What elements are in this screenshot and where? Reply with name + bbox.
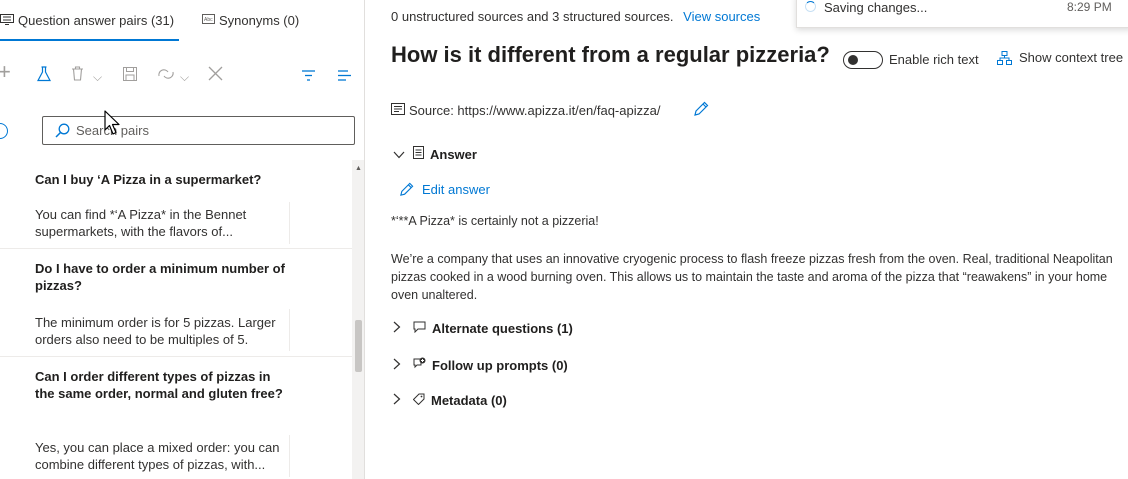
save-icon[interactable] [123, 66, 137, 86]
search-row [0, 116, 365, 146]
qa-answer-preview: You can find *‘A Pizza* in the Bennet su… [35, 207, 247, 239]
scrollbar-thumb[interactable] [355, 320, 362, 372]
add-icon[interactable]: + [0, 61, 11, 83]
divider [289, 309, 290, 351]
divider [289, 435, 290, 477]
qa-answer-preview: The minimum order is for 5 pizzas. Large… [35, 315, 276, 347]
source-url: Source: https://www.apizza.it/en/faq-api… [409, 103, 661, 118]
context-tree-label: Show context tree [1019, 50, 1124, 65]
divider [289, 202, 290, 244]
test-flask-icon[interactable] [37, 66, 51, 87]
alternate-questions-section-header[interactable]: Alternate questions (1) [393, 321, 573, 336]
synonyms-icon: Abc [202, 14, 215, 27]
sync-icon[interactable] [157, 66, 175, 86]
tab-bar: Question answer pairs (31) Abc Synonyms … [0, 0, 365, 42]
question-title: How is it different from a regular pizze… [391, 42, 830, 67]
toast-message: Saving changes... [824, 0, 928, 15]
view-sources-link[interactable]: View sources [683, 9, 760, 24]
qa-question: Can I buy ‘A Pizza in a supermarket? [35, 172, 262, 187]
rich-text-toggle[interactable] [843, 51, 883, 69]
svg-text:Abc: Abc [204, 17, 213, 23]
context-tree-icon [997, 50, 1012, 65]
answer-text-paragraph: We’re a company that uses an innovative … [391, 252, 1113, 302]
search-box[interactable] [42, 116, 355, 145]
answer-section-label: Answer [430, 146, 477, 162]
sources-summary: 0 unstructured sources and 3 structured … [391, 9, 760, 24]
tab-label: Question answer pairs (31) [18, 13, 175, 28]
sort-icon[interactable] [338, 66, 351, 86]
rich-text-label: Enable rich text [889, 52, 979, 67]
edit-source-pencil-icon[interactable] [693, 101, 709, 117]
mouse-cursor-icon [104, 110, 120, 135]
active-tab-indicator [0, 39, 179, 41]
scroll-up-arrow-icon[interactable]: ▲ [355, 165, 362, 172]
edit-answer-button[interactable]: Edit answer [399, 182, 490, 197]
toggle-knob [848, 55, 858, 65]
toast-time: 8:29 PM [1067, 0, 1112, 14]
sources-text: 0 unstructured sources and 3 structured … [391, 9, 674, 24]
qa-answer-preview: Yes, you can place a mixed order: you ca… [35, 440, 280, 472]
alternate-questions-label: Alternate questions (1) [432, 321, 573, 336]
close-icon[interactable] [208, 66, 223, 86]
answer-document-icon [413, 146, 424, 162]
follow-up-prompts-label: Follow up prompts (0) [432, 357, 568, 373]
qa-list-item[interactable]: Do I have to order a minimum number of p… [0, 249, 352, 357]
metadata-label: Metadata (0) [431, 393, 507, 408]
qa-question: Do I have to order a minimum number of p… [35, 261, 285, 293]
tab-synonyms[interactable]: Abc Synonyms (0) [202, 13, 299, 28]
chevron-right-icon [393, 321, 407, 336]
show-context-tree-button[interactable]: Show context tree [997, 50, 1123, 65]
chevron-down-icon [393, 147, 407, 162]
list-toolbar: + ⌵ ⌵ [0, 61, 365, 90]
chevron-right-icon [393, 358, 407, 373]
select-all-radio[interactable] [0, 123, 8, 139]
tab-label: Synonyms (0) [219, 13, 300, 28]
document-icon [391, 103, 405, 118]
answer-section-header[interactable]: Answer [393, 146, 477, 162]
tag-icon [412, 393, 425, 408]
search-icon [55, 123, 70, 138]
pencil-icon [400, 182, 414, 196]
tab-question-answer-pairs[interactable]: Question answer pairs (31) [0, 13, 174, 28]
follow-up-prompt-icon [413, 357, 426, 373]
chevron-right-icon [393, 393, 407, 408]
answer-text-line-1: *‘**A Pizza* is certainly not a pizzeria… [391, 214, 599, 228]
qa-question: Can I order different types of pizzas in… [35, 369, 283, 401]
saving-toast: Saving changes... 8:29 PM [796, 0, 1128, 28]
qa-pairs-list: Can I buy ‘A Pizza in a supermarket? You… [0, 160, 352, 479]
source-line: Source: https://www.apizza.it/en/faq-api… [391, 103, 660, 118]
qna-list-panel: Question answer pairs (31) Abc Synonyms … [0, 0, 365, 479]
spinner-icon [805, 1, 816, 12]
qa-list-item[interactable]: Can I buy ‘A Pizza in a supermarket? You… [0, 160, 352, 249]
follow-up-prompts-section-header[interactable]: Follow up prompts (0) [393, 357, 568, 373]
qa-detail-panel: 0 unstructured sources and 3 structured … [366, 0, 1128, 479]
metadata-section-header[interactable]: Metadata (0) [393, 393, 507, 408]
qa-list-item[interactable]: Can I order different types of pizzas in… [0, 357, 352, 479]
edit-answer-label: Edit answer [422, 182, 490, 197]
delete-dropdown-chevron-icon[interactable]: ⌵ [93, 67, 102, 87]
chat-bubble-icon [413, 321, 426, 336]
filter-icon[interactable] [302, 66, 315, 86]
sync-dropdown-chevron-icon[interactable]: ⌵ [180, 67, 189, 87]
qna-icon [0, 13, 14, 28]
delete-icon[interactable] [71, 66, 84, 86]
